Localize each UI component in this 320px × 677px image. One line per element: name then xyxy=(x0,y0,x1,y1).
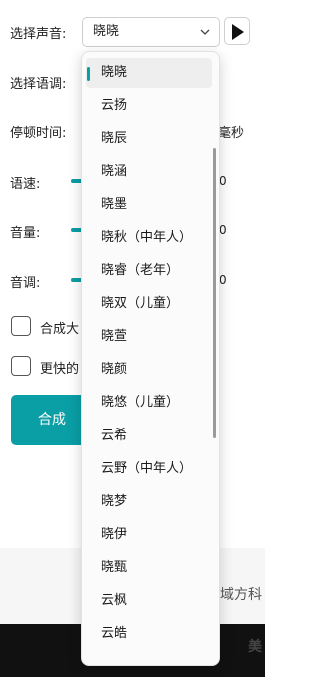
volume-value: 0 xyxy=(219,223,227,237)
voice-select-value: 晓晓 xyxy=(93,24,120,39)
dropdown-option[interactable]: 云枫 xyxy=(86,586,212,616)
dropdown-option[interactable]: 晓梦 xyxy=(86,487,212,517)
synthesize-button[interactable]: 合成 xyxy=(11,395,91,445)
pitch-label: 音调: xyxy=(10,276,41,291)
option2-checkbox[interactable] xyxy=(11,356,31,376)
voice-label: 选择声音: xyxy=(10,27,67,42)
dropdown-option[interactable]: 晓颜 xyxy=(86,355,212,385)
dropdown-option[interactable]: 晓秋（中年人） xyxy=(86,223,212,253)
dropdown-option[interactable]: 晓墨 xyxy=(86,190,212,220)
dropdown-option[interactable]: 晓涵 xyxy=(86,157,212,187)
dropdown-option[interactable]: 晓晓 xyxy=(86,58,212,88)
pause-unit: 毫秒 xyxy=(218,126,245,141)
volume-label: 音量: xyxy=(10,226,41,241)
play-icon xyxy=(232,24,244,40)
speed-label: 语速: xyxy=(10,177,41,192)
dropdown-scrollbar[interactable] xyxy=(213,148,216,438)
play-button[interactable] xyxy=(224,17,250,45)
pause-label: 停顿时间: xyxy=(10,126,67,141)
footer-text: 美 xyxy=(248,639,262,655)
voice-select[interactable]: 晓晓 xyxy=(82,17,220,47)
style-label: 选择语调: xyxy=(10,77,67,92)
dropdown-option[interactable]: 晓甄 xyxy=(86,553,212,583)
option1-checkbox[interactable] xyxy=(11,316,31,336)
dropdown-option[interactable]: 晓双（儿童） xyxy=(86,289,212,319)
pitch-value: 0 xyxy=(219,273,227,287)
dropdown-option[interactable]: 晓睿（老年） xyxy=(86,256,212,286)
dropdown-option[interactable]: 晓萱 xyxy=(86,322,212,352)
chevron-down-icon xyxy=(199,18,211,46)
speed-value: 0 xyxy=(219,174,227,188)
option1-label: 合成大 xyxy=(40,322,80,337)
dropdown-option[interactable]: 云扬 xyxy=(86,91,212,121)
option2-label: 更快的 xyxy=(40,362,80,377)
dropdown-option[interactable]: 晓悠（儿童） xyxy=(86,388,212,418)
voice-dropdown-list[interactable]: 晓晓 云扬 晓辰 晓涵 晓墨 晓秋（中年人） 晓睿（老年） 晓双（儿童） 晓萱 … xyxy=(81,51,220,666)
dropdown-option[interactable]: 云野（中年人） xyxy=(86,454,212,484)
selected-indicator xyxy=(87,67,90,81)
dropdown-option[interactable]: 晓伊 xyxy=(86,520,212,550)
dropdown-option[interactable]: 云皓 xyxy=(86,619,212,649)
dropdown-option[interactable]: 云希 xyxy=(86,421,212,451)
dropdown-option[interactable]: 晓辰 xyxy=(86,124,212,154)
band-text: 域方科 xyxy=(220,587,262,603)
